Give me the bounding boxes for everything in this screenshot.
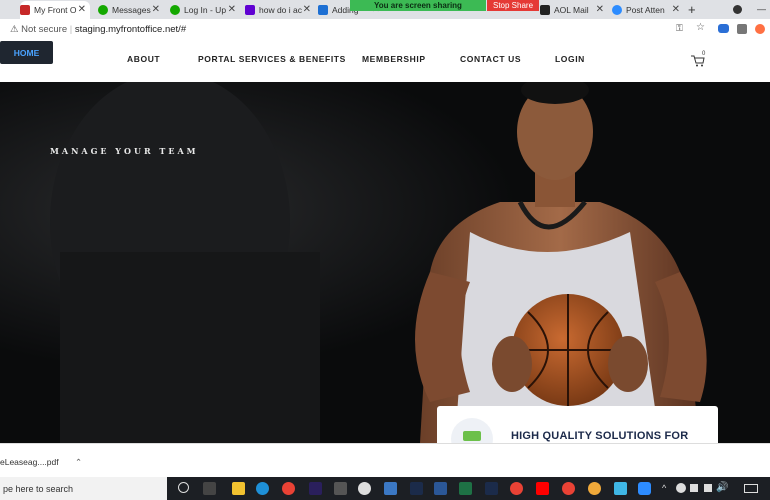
tab-label: Log In - Up (184, 5, 227, 15)
upwork-icon (98, 5, 108, 15)
chevron-up-icon[interactable]: ⌃ (75, 457, 82, 467)
volume-icon[interactable]: 🔊 (716, 482, 728, 493)
keyboard-icon[interactable] (744, 484, 758, 493)
chrome-icon-2[interactable] (562, 482, 575, 495)
minimize-icon[interactable]: — (757, 4, 766, 14)
search-placeholder: pe here to search (3, 483, 74, 494)
new-tab-button[interactable]: + (688, 2, 696, 17)
nav-membership[interactable]: MEMBERSHIP (362, 54, 426, 64)
address-text[interactable]: ⚠ Not secure | staging.myfrontoffice.net… (10, 24, 186, 35)
aol-icon (540, 5, 550, 15)
close-tab-icon[interactable]: ✕ (78, 4, 86, 15)
hero-tagline: MANAGE YOUR TEAM (50, 146, 199, 156)
download-filename: eLeaseag....pdf (0, 457, 59, 467)
youtube-icon[interactable] (536, 482, 549, 495)
stop-share-label: Stop Share (492, 1, 534, 10)
upwork-icon (170, 5, 180, 15)
extension-icon[interactable] (718, 24, 729, 33)
hero-image (0, 82, 770, 443)
app-icon-2[interactable] (614, 482, 627, 495)
tab-aol-mail[interactable]: AOL Mail ✕ (540, 1, 608, 19)
task-view-icon[interactable] (203, 482, 216, 495)
tab-how-do-i[interactable]: how do i ac ✕ (245, 1, 315, 19)
security-label: Not secure (21, 24, 68, 35)
zoom-taskbar-icon[interactable] (638, 482, 651, 495)
close-tab-icon[interactable]: ✕ (672, 4, 680, 15)
tab-messages[interactable]: Messages ✕ (98, 1, 164, 19)
screen-sharing-indicator: You are screen sharing (350, 0, 486, 11)
nav-home-label: HOME (13, 47, 40, 58)
taskbar-search[interactable]: pe here to search (0, 477, 167, 500)
store-icon[interactable] (334, 482, 347, 495)
nav-portal-services[interactable]: PORTAL SERVICES & BENEFITS (198, 54, 346, 64)
zoom-icon (612, 5, 622, 15)
battery-icon[interactable] (704, 484, 712, 492)
yahoo-icon (245, 5, 255, 15)
feature-card: HIGH QUALITY SOLUTIONS FOR YOUR (437, 406, 718, 460)
tab-post-attendance[interactable]: Post Atten ✕ (612, 1, 684, 19)
chrome-menu-icon[interactable] (733, 5, 742, 14)
tab-label: My Front O (34, 5, 77, 15)
download-item[interactable]: eLeaseag....pdf ⌃ (0, 457, 82, 468)
download-icon[interactable] (737, 24, 747, 34)
tab-my-front-office[interactable]: My Front O ✕ (20, 1, 90, 19)
url-text: staging.myfrontoffice.net/# (74, 24, 187, 35)
nav-contact-us[interactable]: CONTACT US (460, 54, 521, 64)
edge-icon[interactable] (256, 482, 269, 495)
mail-icon[interactable] (384, 482, 397, 495)
tab-label: AOL Mail (554, 5, 589, 15)
hero-banner: MANAGE YOUR TEAM (0, 82, 770, 443)
trello-icon (318, 5, 328, 15)
network-icon[interactable] (690, 484, 698, 492)
site-favicon-icon (20, 5, 30, 15)
chrome-canary-icon[interactable] (588, 482, 601, 495)
bookmark-star-icon[interactable]: ☆ (696, 22, 705, 33)
tab-log-in-upwork[interactable]: Log In - Up ✕ (170, 1, 240, 19)
close-tab-icon[interactable]: ✕ (152, 4, 160, 15)
photoshop-icon[interactable] (410, 482, 423, 495)
share-text: You are screen sharing (374, 1, 462, 10)
download-bar: eLeaseag....pdf ⌃ (0, 443, 770, 478)
close-tab-icon[interactable]: ✕ (303, 4, 311, 15)
close-tab-icon[interactable]: ✕ (596, 4, 604, 15)
tab-label: Post Atten (626, 5, 665, 15)
opera-icon[interactable] (510, 482, 523, 495)
profile-icon[interactable] (755, 24, 765, 34)
site-header: HOME ABOUT PORTAL SERVICES & BENEFITS ME… (0, 41, 770, 82)
excel-icon[interactable] (459, 482, 472, 495)
tab-label: how do i ac (259, 5, 302, 15)
nav-home[interactable]: HOME (0, 41, 53, 64)
tab-label: Messages (112, 5, 151, 15)
cart-count-badge: 0 (702, 51, 706, 57)
key-icon[interactable]: ⚿ (676, 23, 683, 34)
chrome-icon[interactable] (282, 482, 295, 495)
photoshop-icon-2[interactable] (485, 482, 498, 495)
tray-chevron-icon[interactable]: ^ (662, 483, 666, 493)
document-icon (463, 431, 481, 441)
word-icon[interactable] (434, 482, 447, 495)
nav-about[interactable]: ABOUT (127, 54, 160, 64)
address-bar[interactable]: ⚠ Not secure | staging.myfrontoffice.net… (0, 19, 770, 42)
warning-icon: ⚠ (10, 24, 19, 35)
cortana-icon[interactable] (178, 482, 189, 493)
file-explorer-icon[interactable] (232, 482, 245, 495)
premiere-icon[interactable] (309, 482, 322, 495)
windows-taskbar: pe here to search ^ 🔊 (0, 477, 770, 500)
tray-app-icon[interactable] (676, 483, 686, 493)
close-tab-icon[interactable]: ✕ (228, 4, 236, 15)
nav-login[interactable]: LOGIN (555, 54, 585, 64)
stop-share-button[interactable]: Stop Share (487, 0, 539, 11)
app-icon[interactable] (358, 482, 371, 495)
